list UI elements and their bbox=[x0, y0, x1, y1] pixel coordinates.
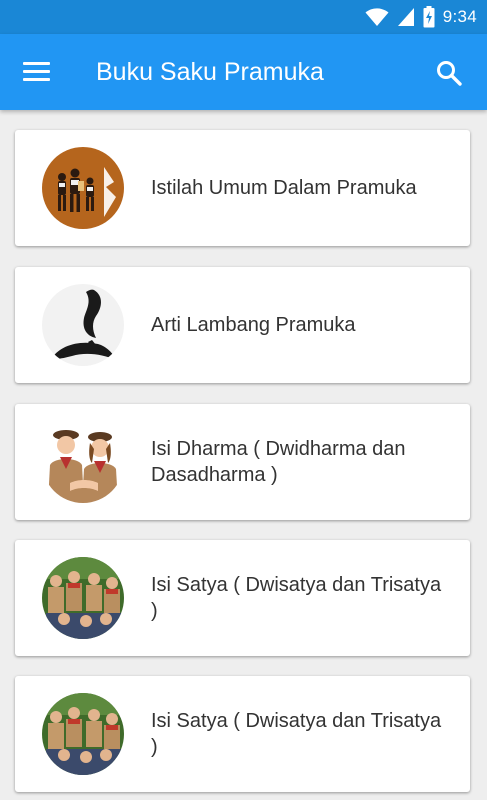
list-item-label: Isi Satya ( Dwisatya dan Trisatya ) bbox=[151, 710, 442, 758]
scouts-group-thumbnail bbox=[42, 147, 124, 229]
list-item-arti-lambang[interactable]: Arti Lambang Pramuka bbox=[15, 267, 470, 383]
list-item-istilah-umum[interactable]: Istilah Umum Dalam Pramuka bbox=[15, 130, 470, 246]
boy-and-girl-scouts-thumbnail bbox=[42, 421, 124, 503]
hamburger-menu-icon[interactable] bbox=[23, 62, 50, 82]
list-item-label: Isi Satya ( Dwisatya dan Trisatya ) bbox=[151, 574, 442, 622]
status-bar: 9:34 bbox=[0, 0, 487, 34]
list-item-label: Istilah Umum Dalam Pramuka bbox=[151, 177, 417, 199]
scouts-saluting-thumbnail bbox=[42, 693, 124, 775]
cellular-signal-icon bbox=[397, 8, 414, 26]
list-item-label: Arti Lambang Pramuka bbox=[151, 314, 356, 336]
list-item-isi-satya-2[interactable]: Isi Satya ( Dwisatya dan Trisatya ) bbox=[15, 676, 470, 792]
status-icons: 9:34 bbox=[365, 6, 477, 28]
search-icon[interactable] bbox=[435, 59, 463, 87]
status-time: 9:34 bbox=[442, 7, 477, 26]
app-title: Buku Saku Pramuka bbox=[96, 58, 324, 86]
list-item-isi-dharma[interactable]: Isi Dharma ( Dwidharma dan Dasadharma ) bbox=[15, 404, 470, 520]
scouts-saluting-thumbnail bbox=[42, 557, 124, 639]
tunas-kelapa-emblem-thumbnail bbox=[42, 284, 124, 366]
app-bar: Buku Saku Pramuka bbox=[0, 34, 487, 110]
wifi-icon bbox=[365, 8, 389, 26]
list-item-label: Isi Dharma ( Dwidharma dan Dasadharma ) bbox=[151, 438, 406, 486]
list-item-isi-satya[interactable]: Isi Satya ( Dwisatya dan Trisatya ) bbox=[15, 540, 470, 656]
battery-charging-icon bbox=[423, 6, 435, 28]
